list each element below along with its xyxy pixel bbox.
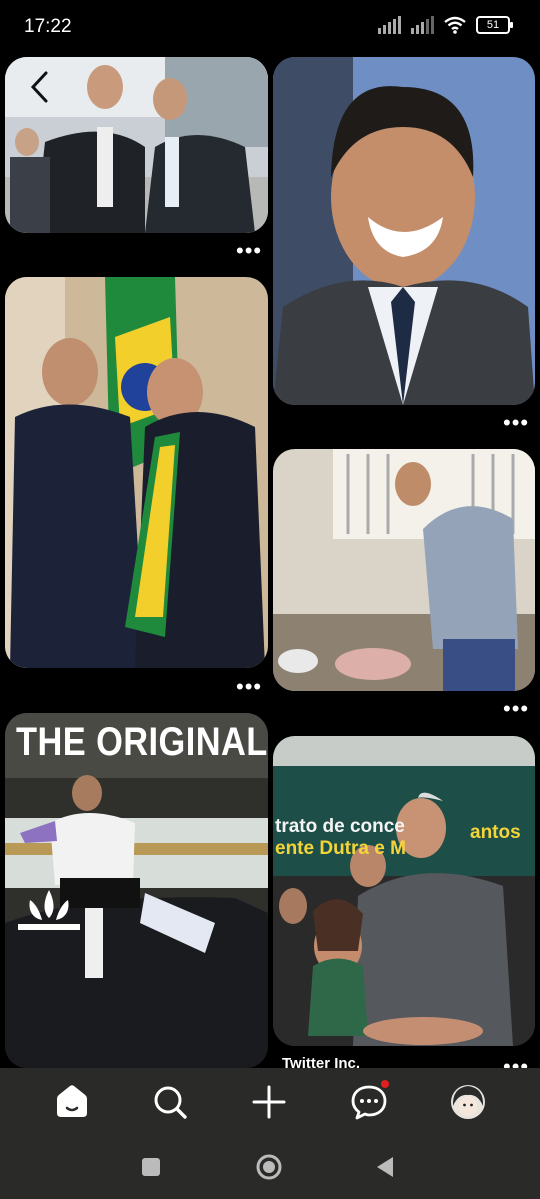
pin-2-more-button[interactable]: •••: [503, 412, 529, 434]
adidas-logo-icon: [14, 888, 84, 939]
back-button[interactable]: [28, 70, 54, 104]
recents-button[interactable]: [140, 1156, 162, 1178]
bottom-navigation: [0, 1068, 540, 1136]
wifi-icon: [444, 16, 466, 34]
circle-icon: [256, 1154, 282, 1180]
system-navigation-bar: [0, 1136, 540, 1199]
battery-indicator: 51: [476, 16, 513, 34]
pin-image-4[interactable]: [273, 449, 535, 691]
pin-image-6[interactable]: [273, 736, 535, 1046]
system-home-button[interactable]: [255, 1153, 283, 1181]
chat-bubble-icon: [351, 1085, 387, 1120]
banner-text-line2: ente Dutra e M: [275, 838, 406, 859]
banner-text-line1: trato de conce: [275, 816, 405, 837]
pin-3-more-button[interactable]: •••: [236, 676, 262, 698]
chevron-left-icon: [30, 71, 48, 103]
banner-text-line1b: antos: [470, 822, 521, 843]
pin-4-more-button[interactable]: •••: [503, 698, 529, 720]
nav-create-button[interactable]: [249, 1082, 289, 1122]
avatar: [451, 1085, 485, 1119]
status-icons: 51: [378, 16, 513, 34]
status-time: 17:22: [24, 16, 72, 37]
system-back-button[interactable]: [374, 1155, 396, 1179]
status-bar: 17:22 51: [0, 0, 540, 52]
nav-search-button[interactable]: [150, 1082, 190, 1122]
signal-icon: [378, 16, 401, 34]
square-icon: [142, 1158, 160, 1176]
pin-1-more-button[interactable]: •••: [236, 240, 262, 262]
search-icon: [154, 1086, 187, 1119]
home-icon: [57, 1085, 87, 1117]
ad-headline: THE ORIGINAL: [16, 720, 268, 764]
nav-profile-button[interactable]: [448, 1082, 488, 1122]
notification-dot: [381, 1080, 389, 1088]
nav-home-button[interactable]: [52, 1082, 92, 1122]
plus-icon: [252, 1085, 286, 1119]
triangle-back-icon: [377, 1157, 393, 1177]
pin-image-2[interactable]: [273, 57, 535, 405]
pin-image-3[interactable]: [5, 277, 268, 668]
nav-messages-button[interactable]: [349, 1080, 389, 1122]
signal-no-sim-icon: [411, 16, 434, 34]
